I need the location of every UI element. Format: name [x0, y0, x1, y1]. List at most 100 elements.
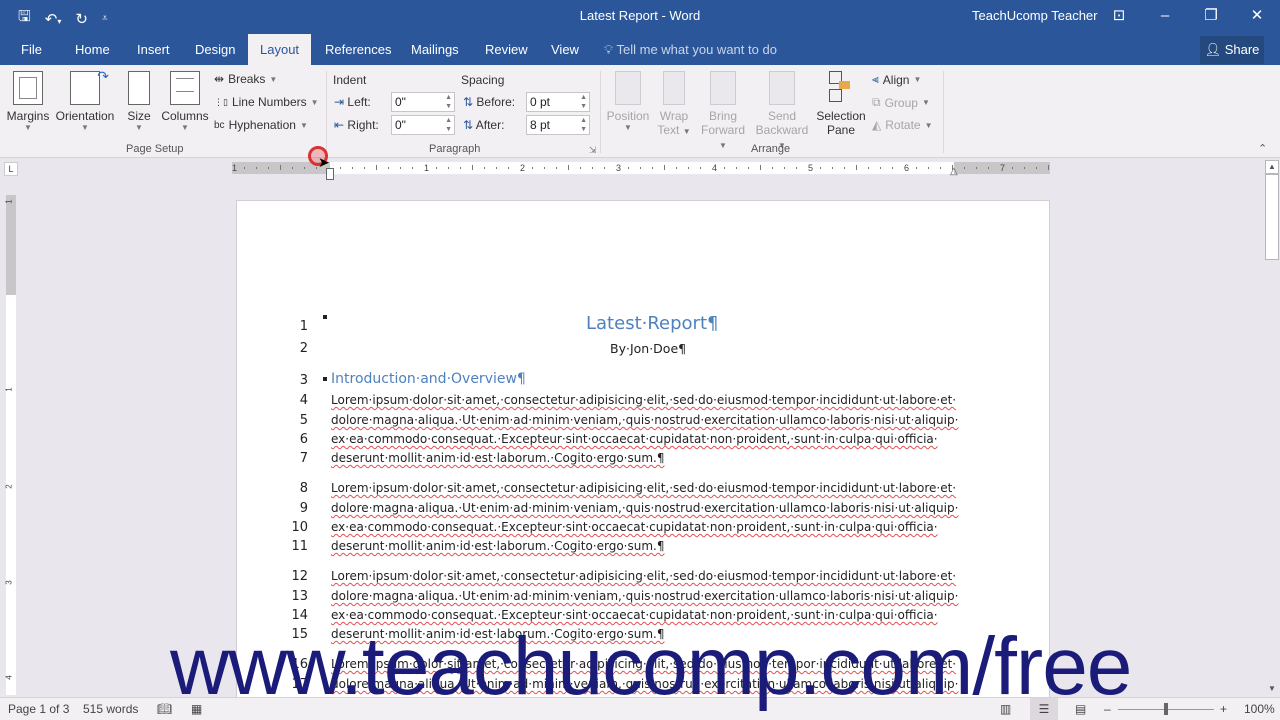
wrap-text-icon — [663, 71, 685, 105]
ruler-number: 2 — [4, 484, 14, 489]
orientation-button[interactable]: ↷ Orientation ▼ — [54, 68, 116, 132]
ruler-tick — [832, 167, 833, 169]
tell-me-box[interactable]: 💡︎ Tell me what you want to do — [604, 34, 777, 65]
ruler-tick — [856, 165, 857, 170]
ruler-tick — [664, 165, 665, 170]
word-count[interactable]: 515 words — [83, 702, 138, 716]
send-backward-label: Send — [767, 109, 797, 123]
indent-right-input[interactable]: 0" ▲ ▼ — [391, 115, 455, 135]
rotate-icon: ◭ — [872, 118, 882, 132]
share-button[interactable]: 👤︎ Share — [1200, 36, 1264, 64]
scroll-up-icon[interactable]: ▲ — [1265, 160, 1279, 174]
line-number: 2 — [299, 341, 308, 356]
paragraph-line: Lorem·ipsum·dolor·sit·amet,·consectetur·… — [331, 569, 957, 583]
scroll-thumb[interactable] — [1265, 174, 1279, 260]
vertical-scrollbar[interactable]: ▲ ▼ — [1264, 160, 1280, 696]
ribbon-tabs: File Home Insert Design Layout Reference… — [0, 34, 1280, 65]
ruler-number: 1 — [424, 163, 430, 173]
zoom-slider-thumb[interactable] — [1164, 703, 1168, 715]
ruler-tick — [436, 167, 437, 169]
horizontal-ruler[interactable]: 1 1 2 3 4 5 6 7 — [232, 162, 1050, 174]
position-button[interactable]: Position ▼ — [604, 69, 652, 132]
group-button[interactable]: ⧉ Group ▼ — [872, 95, 930, 110]
tab-review[interactable]: Review — [474, 34, 539, 65]
ruler-tick — [304, 167, 305, 169]
section-heading: Introduction·and·Overview¶ — [331, 371, 526, 387]
spacing-before-input[interactable]: 0 pt ▲ ▼ — [526, 92, 590, 112]
send-backward-button[interactable]: Send Backward ▼ — [752, 69, 812, 151]
paragraph-line: ex·ea·commodo·consequat.·Excepteur·sint·… — [331, 520, 938, 534]
tab-view[interactable]: View — [540, 34, 590, 65]
scroll-down-icon[interactable]: ▼ — [1265, 682, 1279, 696]
ruler-tick — [940, 167, 941, 169]
ruler-tick — [1024, 167, 1025, 169]
tab-references[interactable]: References — [314, 34, 402, 65]
breaks-button[interactable]: ⇹ Breaks ▼ — [214, 72, 277, 86]
ruler-tick — [748, 167, 749, 169]
user-name[interactable]: TeachUcomp Teacher — [972, 8, 1098, 23]
vertical-ruler[interactable]: 1 1 2 3 4 — [4, 195, 16, 695]
paragraph-mark-bullet — [323, 315, 327, 319]
spacing-after-label: ⇅ After: — [463, 118, 505, 132]
ruler-tick — [340, 167, 341, 169]
margins-button[interactable]: Margins ▼ — [6, 69, 50, 132]
collapse-ribbon-icon[interactable]: ⌃ — [1258, 142, 1267, 155]
ribbon-display-options-icon[interactable]: ⊡ — [1104, 4, 1134, 28]
person-icon: 👤︎ — [1204, 42, 1222, 57]
tab-insert[interactable]: Insert — [126, 34, 181, 65]
align-button[interactable]: ⫷ Align ▼ — [872, 72, 921, 87]
bring-forward-button[interactable]: Bring Forward ▼ — [696, 69, 750, 151]
ruler-tick — [772, 167, 773, 169]
wrap-text-button[interactable]: Wrap Text ▼ — [655, 69, 693, 137]
top-margin-shade — [6, 195, 16, 295]
line-number: 9 — [299, 501, 308, 516]
ruler-tick — [496, 167, 497, 169]
tab-layout[interactable]: Layout — [248, 34, 312, 65]
rotate-button[interactable]: ◭ Rotate ▼ — [872, 118, 933, 132]
ruler-tick — [364, 167, 365, 169]
selection-pane-button[interactable]: Selection Pane — [814, 69, 868, 137]
line-numbers-button[interactable]: ⋮▯ Line Numbers ▼ — [214, 95, 319, 109]
right-indent-marker[interactable]: △ — [950, 166, 958, 177]
indent-right-icon: ⇤ — [334, 118, 345, 132]
spacing-before-label: ⇅ Before: — [463, 95, 516, 109]
restore-icon[interactable]: ❐ — [1196, 4, 1226, 28]
ruler-tick — [844, 167, 845, 169]
ruler-tick — [580, 167, 581, 169]
minimize-icon[interactable]: – — [1150, 4, 1180, 28]
ruler-number: 5 — [808, 163, 814, 173]
paragraph-line: dolore·magna·aliqua.·Ut·enim·ad·minim·ve… — [331, 413, 959, 427]
zoom-in-icon[interactable]: + — [1220, 702, 1227, 716]
ruler-number: 2 — [520, 163, 526, 173]
tab-file[interactable]: File — [10, 34, 53, 65]
hyphenation-button[interactable]: bc Hyphenation ▼ — [214, 118, 308, 132]
tab-home[interactable]: Home — [64, 34, 121, 65]
ruler-tick — [928, 167, 929, 169]
ruler-tick — [760, 165, 761, 170]
ruler-number: 3 — [616, 163, 622, 173]
ruler-tick — [892, 167, 893, 169]
columns-button[interactable]: Columns ▼ — [160, 69, 210, 132]
spacing-label: Spacing — [461, 73, 505, 87]
paragraph-dialog-launcher-icon[interactable]: ⇲ — [589, 145, 597, 156]
ruler-tick — [460, 167, 461, 169]
ruler-tick — [652, 167, 653, 169]
tab-selector[interactable]: L — [4, 162, 18, 176]
indent-left-input[interactable]: 0" ▲ ▼ — [391, 92, 455, 112]
paragraph-line: deserunt·mollit·anim·id·est·laborum.·Cog… — [331, 539, 665, 553]
zoom-level[interactable]: 100% — [1244, 702, 1275, 716]
ruler-tick — [292, 167, 293, 169]
tab-mailings[interactable]: Mailings — [400, 34, 470, 65]
size-button[interactable]: Size ▼ — [124, 69, 154, 132]
spacing-after-input[interactable]: 8 pt ▲ ▼ — [526, 115, 590, 135]
line-number: 7 — [299, 451, 308, 466]
page-count[interactable]: Page 1 of 3 — [8, 702, 69, 716]
paragraph-line: Lorem·ipsum·dolor·sit·amet,·consectetur·… — [331, 481, 957, 495]
lightbulb-icon: 💡︎ — [604, 42, 614, 57]
group-icon: ⧉ — [872, 95, 881, 109]
ruler-tick — [1036, 167, 1037, 169]
tab-design[interactable]: Design — [184, 34, 246, 65]
indent-left-icon: ⇥ — [334, 95, 345, 109]
ruler-tick — [640, 167, 641, 169]
close-icon[interactable]: ✕ — [1242, 4, 1272, 28]
